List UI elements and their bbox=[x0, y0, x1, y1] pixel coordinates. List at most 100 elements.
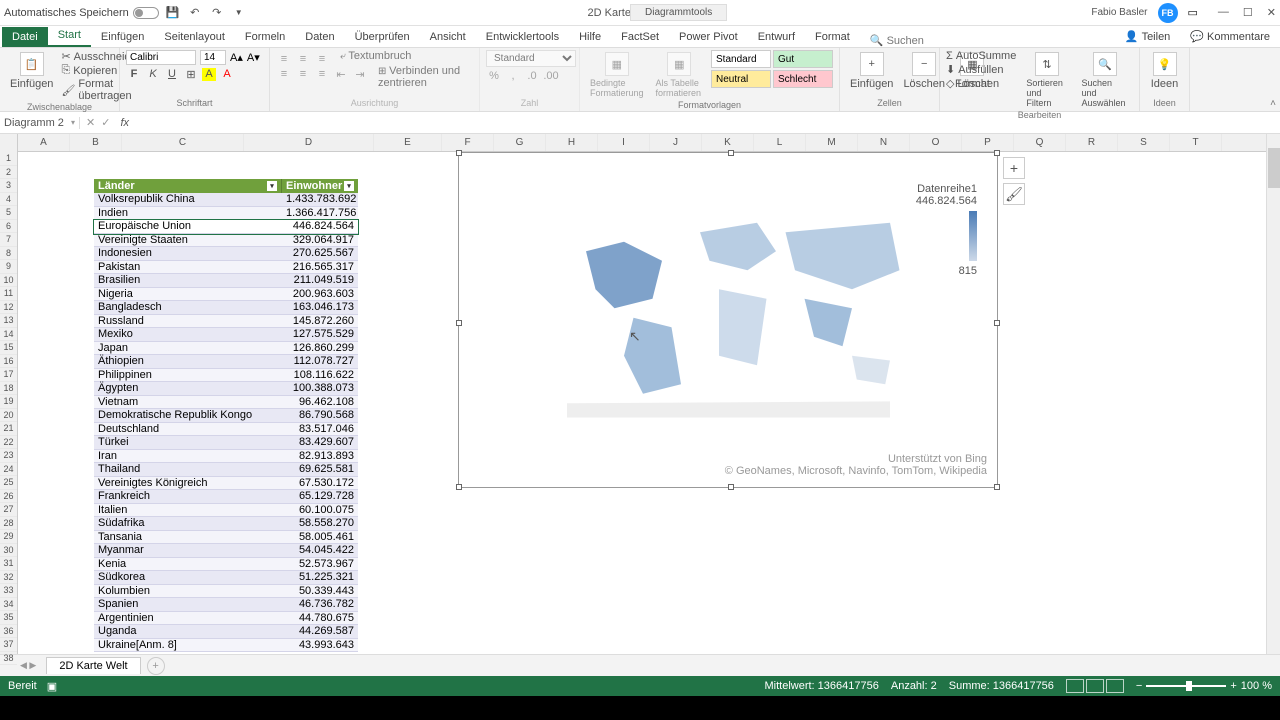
row-headers[interactable]: 1234567891011121314151617181920212223242… bbox=[0, 134, 18, 654]
row-header[interactable]: 16 bbox=[0, 355, 17, 369]
col-header[interactable]: B bbox=[70, 134, 122, 151]
add-sheet-button[interactable]: + bbox=[147, 657, 165, 675]
table-row[interactable]: Philippinen108.116.622 bbox=[94, 369, 358, 383]
row-header[interactable]: 3 bbox=[0, 179, 17, 193]
italic-icon[interactable]: K bbox=[145, 68, 161, 81]
qat-dropdown-icon[interactable]: ▼ bbox=[231, 5, 247, 21]
user-avatar[interactable]: FB bbox=[1158, 3, 1178, 23]
style-standard[interactable]: Standard bbox=[711, 50, 771, 68]
table-row[interactable]: Deutschland83.517.046 bbox=[94, 423, 358, 437]
filter-icon[interactable]: ▾ bbox=[267, 181, 277, 191]
column-headers[interactable]: ABCDEFGHIJKLMNOPQRST bbox=[18, 134, 1280, 152]
insert-cells-button[interactable]: +Einfügen bbox=[846, 50, 897, 92]
sheet-nav-icon[interactable]: ◀ ▶ bbox=[20, 660, 36, 671]
table-row[interactable]: Myanmar54.045.422 bbox=[94, 544, 358, 558]
col-header[interactable]: A bbox=[18, 134, 70, 151]
tab-ansicht[interactable]: Ansicht bbox=[420, 27, 476, 47]
name-box[interactable]: Diagramm 2 bbox=[0, 117, 80, 129]
decrease-font-icon[interactable]: A▾ bbox=[247, 51, 260, 64]
paste-button[interactable]: 📋Einfügen bbox=[6, 50, 57, 102]
row-header[interactable]: 18 bbox=[0, 382, 17, 396]
row-header[interactable]: 14 bbox=[0, 328, 17, 342]
table-row[interactable]: Türkei83.429.607 bbox=[94, 436, 358, 450]
row-header[interactable]: 11 bbox=[0, 287, 17, 301]
undo-icon[interactable]: ↶ bbox=[187, 5, 203, 21]
table-row[interactable]: Frankreich65.129.728 bbox=[94, 490, 358, 504]
col-header[interactable]: S bbox=[1118, 134, 1170, 151]
tab-start[interactable]: Start bbox=[48, 25, 91, 47]
table-row[interactable]: Vereinigtes Königreich67.530.172 bbox=[94, 477, 358, 491]
wrap-text-button[interactable]: ⤶ Textumbruch bbox=[340, 50, 411, 65]
row-header[interactable]: 30 bbox=[0, 544, 17, 558]
share-button[interactable]: 👤Teilen bbox=[1115, 26, 1180, 47]
table-header-population[interactable]: Einwohner▾ bbox=[282, 179, 358, 193]
table-row[interactable]: Argentinien44.780.675 bbox=[94, 612, 358, 626]
tab-einfügen[interactable]: Einfügen bbox=[91, 27, 154, 47]
find-select-button[interactable]: 🔍Suchen und Auswählen bbox=[1078, 50, 1133, 110]
tab-format[interactable]: Format bbox=[805, 27, 860, 47]
row-header[interactable]: 19 bbox=[0, 395, 17, 409]
tab-file[interactable]: Datei bbox=[2, 27, 48, 47]
row-header[interactable]: 20 bbox=[0, 409, 17, 423]
cancel-formula-icon[interactable]: ✕ bbox=[86, 116, 95, 129]
view-buttons[interactable] bbox=[1066, 679, 1124, 693]
col-header[interactable]: J bbox=[650, 134, 702, 151]
comments-button[interactable]: 💬Kommentare bbox=[1180, 26, 1280, 47]
ideas-button[interactable]: 💡Ideen bbox=[1146, 50, 1183, 92]
style-neutral[interactable]: Neutral bbox=[711, 70, 771, 88]
row-header[interactable]: 13 bbox=[0, 314, 17, 328]
col-header[interactable]: O bbox=[910, 134, 962, 151]
row-header[interactable]: 1 bbox=[0, 152, 17, 166]
row-header[interactable]: 27 bbox=[0, 503, 17, 517]
table-row[interactable]: Nigeria200.963.603 bbox=[94, 288, 358, 302]
col-header[interactable]: P bbox=[962, 134, 1014, 151]
row-header[interactable]: 34 bbox=[0, 598, 17, 612]
chart-styles-button[interactable]: 🖌 bbox=[1003, 183, 1025, 205]
tab-factset[interactable]: FactSet bbox=[611, 27, 669, 47]
search-icon[interactable]: 🔍 bbox=[870, 34, 884, 47]
search-label[interactable]: Suchen bbox=[887, 35, 924, 47]
col-header[interactable]: H bbox=[546, 134, 598, 151]
tab-überprüfen[interactable]: Überprüfen bbox=[345, 27, 420, 47]
format-as-table-button[interactable]: ▦Als Tabelle formatieren bbox=[652, 50, 707, 100]
font-color-icon[interactable]: A bbox=[219, 68, 235, 81]
col-header[interactable]: K bbox=[702, 134, 754, 151]
table-row[interactable]: Thailand69.625.581 bbox=[94, 463, 358, 477]
worksheet-grid[interactable]: ABCDEFGHIJKLMNOPQRST 1234567891011121314… bbox=[0, 134, 1280, 654]
row-header[interactable]: 33 bbox=[0, 584, 17, 598]
fill-button[interactable]: ⬇Ausfüllen bbox=[946, 63, 1016, 76]
autosave-toggle[interactable]: Automatisches Speichern bbox=[4, 7, 159, 19]
table-header-country[interactable]: Länder▾ bbox=[94, 179, 282, 193]
fx-icon[interactable]: fx bbox=[120, 117, 129, 129]
table-row[interactable]: Italien60.100.075 bbox=[94, 504, 358, 518]
row-header[interactable]: 35 bbox=[0, 611, 17, 625]
col-header[interactable]: F bbox=[442, 134, 494, 151]
row-header[interactable]: 31 bbox=[0, 557, 17, 571]
tab-daten[interactable]: Daten bbox=[295, 27, 344, 47]
table-row[interactable]: Südkorea51.225.321 bbox=[94, 571, 358, 585]
sheet-tab[interactable]: 2D Karte Welt bbox=[46, 657, 140, 674]
ribbon-options-icon[interactable]: ▭ bbox=[1188, 6, 1198, 19]
col-header[interactable]: D bbox=[244, 134, 374, 151]
style-gut[interactable]: Gut bbox=[773, 50, 833, 68]
clear-button[interactable]: ◇Löschen bbox=[946, 77, 1016, 90]
table-row[interactable]: Japan126.860.299 bbox=[94, 342, 358, 356]
col-header[interactable]: N bbox=[858, 134, 910, 151]
row-header[interactable]: 25 bbox=[0, 476, 17, 490]
col-header[interactable]: I bbox=[598, 134, 650, 151]
table-row[interactable]: Südafrika58.558.270 bbox=[94, 517, 358, 531]
table-row[interactable]: Indonesien270.625.567 bbox=[94, 247, 358, 261]
close-icon[interactable]: ✕ bbox=[1267, 6, 1276, 19]
enter-formula-icon[interactable]: ✓ bbox=[101, 116, 110, 129]
save-icon[interactable]: 💾 bbox=[165, 5, 181, 21]
row-header[interactable]: 36 bbox=[0, 625, 17, 639]
autosum-button[interactable]: ΣAutoSumme bbox=[946, 50, 1016, 62]
row-header[interactable]: 8 bbox=[0, 247, 17, 261]
row-header[interactable]: 12 bbox=[0, 301, 17, 315]
increase-font-icon[interactable]: A▴ bbox=[230, 51, 243, 64]
table-row[interactable]: Kolumbien50.339.443 bbox=[94, 585, 358, 599]
col-header[interactable]: E bbox=[374, 134, 442, 151]
table-row[interactable]: Mexiko127.575.529 bbox=[94, 328, 358, 342]
table-row[interactable]: Ukraine[Anm. 8]43.993.643 bbox=[94, 639, 358, 653]
tab-hilfe[interactable]: Hilfe bbox=[569, 27, 611, 47]
